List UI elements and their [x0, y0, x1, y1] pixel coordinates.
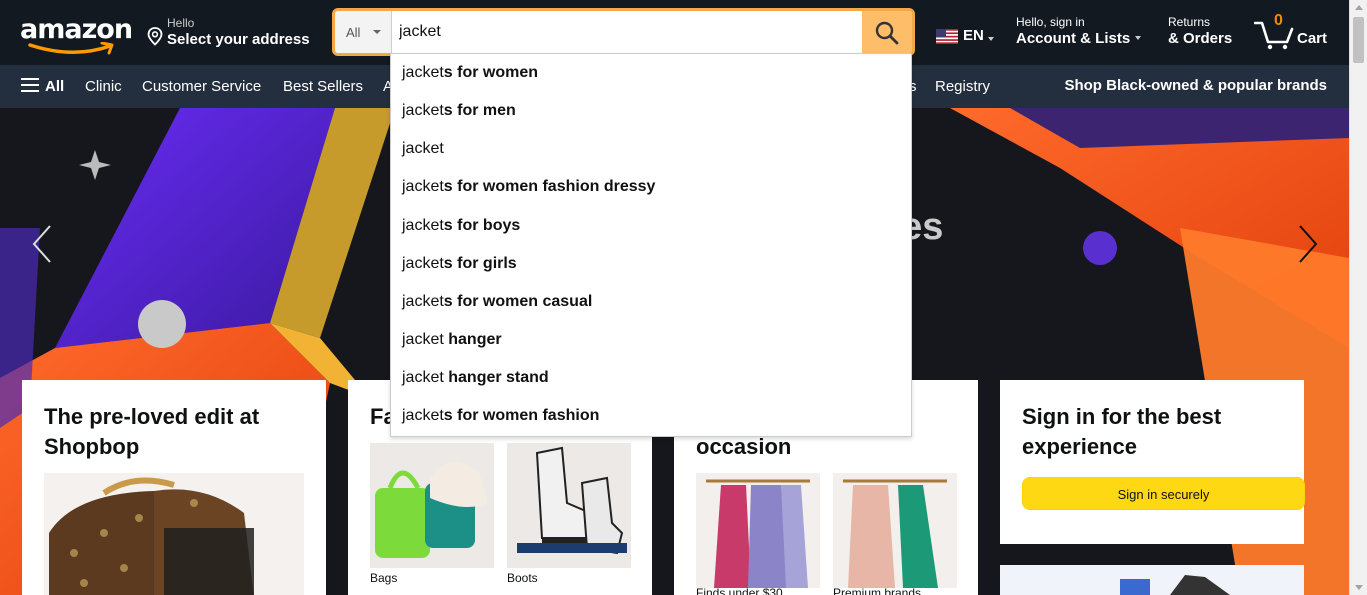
card-image-partial	[1000, 565, 1304, 595]
returns-label: Returns	[1168, 15, 1211, 29]
promo-link[interactable]: Shop Black-owned & popular brands	[1064, 77, 1327, 94]
carousel-next-icon[interactable]	[1296, 223, 1322, 265]
logo-text: amazon	[20, 14, 133, 45]
amazon-logo[interactable]: amazon	[18, 12, 133, 55]
search-input[interactable]	[395, 11, 863, 53]
cart-icon	[1254, 21, 1294, 50]
cart-button[interactable]: 0 Cart	[1254, 12, 1334, 52]
caret-down-icon	[988, 37, 994, 41]
us-flag-icon	[936, 29, 958, 44]
address-prompt: Select your address	[167, 31, 310, 48]
account-lists-label: Account & Lists	[1016, 30, 1156, 47]
address-greeting: Hello	[167, 16, 195, 30]
suggestion-item[interactable]: jackets for women	[402, 64, 538, 94]
subnav-link-registry[interactable]: Registry	[935, 78, 990, 95]
scrollbar-thumb[interactable]	[1353, 17, 1364, 63]
boots-image[interactable]	[507, 443, 631, 568]
deliver-to-address[interactable]: Hello Select your address	[145, 14, 320, 52]
dresses-under-30-image[interactable]	[696, 473, 820, 588]
suggestion-item[interactable]: jackets for boys	[402, 217, 520, 247]
search-icon	[875, 21, 899, 45]
handbag-image[interactable]	[44, 473, 304, 595]
bags-image[interactable]	[370, 443, 494, 568]
subnav-link-best-sellers[interactable]: Best Sellers	[283, 78, 363, 95]
suggestion-item[interactable]: jackets for women fashion dressy	[402, 178, 655, 208]
hamburger-icon	[21, 78, 39, 92]
scroll-up-icon[interactable]	[1355, 5, 1363, 10]
caret-down-icon	[373, 30, 381, 34]
card-shopbop: The pre-loved edit at Shopbop	[22, 380, 326, 595]
caret-down-icon	[1135, 36, 1142, 40]
suggestion-item[interactable]: jacket hanger	[402, 331, 502, 361]
all-menu-button[interactable]: All	[21, 78, 64, 95]
search-suggestions-dropdown: jackets for women jackets for men jacket…	[390, 53, 912, 437]
account-lists-menu[interactable]: Hello, sign in Account & Lists	[1016, 15, 1156, 47]
search-category-dropdown[interactable]: All	[335, 11, 392, 53]
suggestion-item[interactable]: jackets for girls	[402, 255, 517, 285]
search-bar: All	[332, 8, 915, 56]
premium-dresses-image[interactable]	[833, 473, 957, 588]
language-code: EN	[963, 27, 984, 44]
card-signin: Sign in for the best experience Sign in …	[1000, 380, 1305, 544]
card-next	[1000, 565, 1304, 595]
tile-label-finds-under-30[interactable]: Finds under $30	[696, 586, 783, 595]
cart-label: Cart	[1297, 30, 1328, 47]
account-greeting: Hello, sign in	[1016, 15, 1085, 29]
card-title: The pre-loved edit at Shopbop	[44, 404, 260, 459]
orders-label: & Orders	[1168, 30, 1233, 47]
tile-label-premium-brands[interactable]: Premium brands	[833, 586, 921, 595]
suggestion-item[interactable]: jacket	[402, 140, 444, 170]
search-button[interactable]	[862, 11, 912, 53]
location-pin-icon	[147, 27, 163, 46]
returns-orders-link[interactable]: Returns & Orders	[1168, 15, 1248, 47]
sign-in-button[interactable]: Sign in securely	[1022, 477, 1305, 510]
suggestion-item[interactable]: jackets for men	[402, 102, 516, 132]
card-title: Sign in for the best experience	[1022, 404, 1222, 459]
page-scrollbar[interactable]	[1349, 0, 1367, 595]
suggestion-item[interactable]: jacket hanger stand	[402, 369, 549, 399]
subnav-link-clinic[interactable]: Clinic	[85, 78, 122, 95]
search-category-label: All	[346, 25, 361, 40]
carousel-prev-icon[interactable]	[28, 223, 54, 265]
smile-arrow-icon	[28, 42, 114, 55]
scroll-down-icon[interactable]	[1355, 585, 1363, 590]
subnav-link-customer-service[interactable]: Customer Service	[142, 78, 261, 95]
suggestion-item[interactable]: jackets for women casual	[402, 293, 592, 323]
tile-label-bags[interactable]: Bags	[370, 571, 397, 585]
suggestion-item[interactable]: jackets for women fashion	[402, 407, 599, 437]
tile-label-boots[interactable]: Boots	[507, 571, 538, 585]
